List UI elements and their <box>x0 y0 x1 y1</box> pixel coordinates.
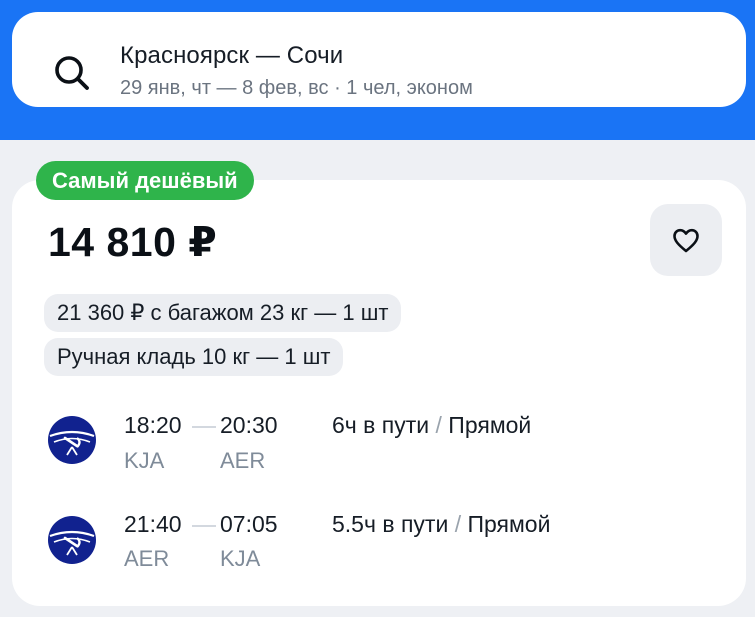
search-details: 29 янв, чт — 8 фев, вс · 1 чел, эконом <box>120 77 473 99</box>
time-separator <box>192 525 216 527</box>
stops-label: Прямой <box>448 412 532 438</box>
departure-time: 21:40 <box>124 511 182 537</box>
arrival-time: 20:30 <box>220 412 278 438</box>
hand-luggage-chip: Ручная кладь 10 кг — 1 шт <box>44 338 344 376</box>
offer-price: 14 810 ₽ <box>48 219 218 265</box>
cheapest-badge: Самый дешёвый <box>36 161 254 200</box>
heart-outline-icon <box>673 228 699 253</box>
info-separator: / <box>435 412 442 438</box>
flight-duration: 6ч в пути <box>332 412 430 438</box>
departure-time: 18:20 <box>124 412 182 438</box>
departure-airport: AER <box>124 546 170 571</box>
flight-duration: 5.5ч в пути <box>332 511 449 537</box>
baggage-option-chip[interactable]: 21 360 ₽ с багажом 23 кг — 1 шт <box>44 294 402 332</box>
arrival-airport: KJA <box>220 546 261 571</box>
aeroflot-logo <box>48 416 96 464</box>
favorite-button[interactable] <box>650 204 722 276</box>
info-separator: / <box>454 511 462 537</box>
departure-airport: KJA <box>124 448 165 473</box>
arrival-time: 07:05 <box>220 511 278 537</box>
search-bar[interactable]: Красноярск — Сочи 29 янв, чт — 8 фев, вс… <box>12 12 746 107</box>
stops-label: Прямой <box>467 511 551 537</box>
time-separator <box>192 426 216 428</box>
segment-info: 6ч в пути / Прямой <box>332 412 531 439</box>
segment-info: 5.5ч в пути / Прямой <box>332 511 550 538</box>
search-icon <box>55 56 89 90</box>
aeroflot-logo <box>48 516 96 564</box>
arrival-airport: AER <box>220 448 266 473</box>
route-title: Красноярск — Сочи <box>120 42 344 69</box>
